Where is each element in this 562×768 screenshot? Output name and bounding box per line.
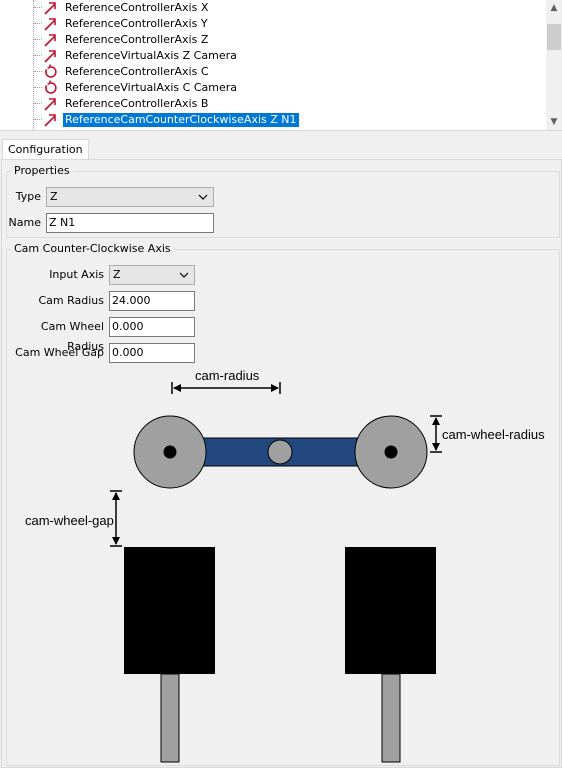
rotation-axis-icon	[45, 64, 57, 78]
tree-vertical-scrollbar[interactable]: ▲ ▼	[546, 0, 562, 130]
configuration-panel: Properties Type Z Name Z N1 Cam Counter-…	[1, 159, 562, 768]
linear-axis-icon	[44, 2, 56, 15]
left-motor	[124, 547, 215, 674]
cam-wheel-radius-caption: cam-wheel-radius	[442, 427, 545, 442]
tree-item-selected[interactable]: ReferenceCamCounterClockwiseAxis Z N1	[0, 112, 546, 128]
tree-item-label: ReferenceControllerAxis Z	[65, 33, 209, 46]
left-shaft	[160, 673, 180, 763]
tree-item[interactable]: ReferenceControllerAxis C	[0, 64, 546, 80]
tree-branch-line	[34, 119, 42, 120]
scroll-up-icon[interactable]: ▲	[546, 0, 562, 16]
tree-item-label: ReferenceControllerAxis C	[65, 65, 209, 78]
linear-axis-icon	[44, 50, 56, 63]
tree-branch-line	[34, 55, 42, 56]
cam-wheel-gap-caption: cam-wheel-gap	[25, 513, 114, 528]
cam-diagram	[110, 382, 442, 763]
tab-configuration[interactable]: Configuration	[2, 139, 89, 160]
tree-item[interactable]: ReferenceControllerAxis Z	[0, 32, 546, 48]
linear-axis-icon	[44, 18, 56, 31]
left-wheel-hub	[163, 445, 177, 459]
right-shaft	[381, 673, 401, 763]
tree-item-label: ReferenceCamCounterClockwiseAxis Z N1	[63, 113, 299, 127]
tree-item-label: ReferenceControllerAxis Y	[65, 17, 208, 30]
cam-wheel-radius-dimension	[430, 415, 442, 453]
tree-branch-line	[34, 39, 42, 40]
linear-axis-icon	[44, 114, 56, 127]
scrollbar-thumb[interactable]	[547, 24, 561, 50]
tree-item[interactable]: ReferenceControllerAxis B	[0, 96, 546, 112]
tree-item[interactable]: ReferenceControllerAxis Y	[0, 16, 546, 32]
tree-item[interactable]: ReferenceControllerAxis X	[0, 0, 546, 16]
cam-radius-caption: cam-radius	[195, 368, 260, 383]
tree-branch-line	[34, 23, 42, 24]
linear-axis-icon	[44, 34, 56, 47]
linear-axis-icon	[44, 98, 56, 111]
tree-branch-line	[34, 103, 42, 104]
tree-item[interactable]: ReferenceVirtualAxis C Camera	[0, 80, 546, 96]
tree-item-label: ReferenceVirtualAxis Z Camera	[65, 49, 237, 62]
tree-item-label: ReferenceControllerAxis B	[65, 97, 209, 110]
tree-branch-line	[34, 7, 42, 8]
scroll-down-icon[interactable]: ▼	[546, 114, 562, 130]
tree-item-label: ReferenceControllerAxis X	[65, 1, 209, 14]
cam-pivot	[267, 439, 293, 465]
tree-branch-line	[34, 71, 42, 72]
splitter[interactable]	[0, 130, 562, 139]
tree-branch-line	[34, 87, 42, 88]
tab-strip: Configuration	[0, 139, 562, 160]
axis-tree[interactable]: ReferenceControllerAxis X ReferenceContr…	[0, 0, 562, 130]
right-wheel-hub	[384, 445, 398, 459]
tree-item[interactable]: ReferenceVirtualAxis Z Camera	[0, 48, 546, 64]
tree-item-label: ReferenceVirtualAxis C Camera	[65, 81, 237, 94]
rotation-axis-icon	[45, 80, 57, 94]
right-motor	[345, 547, 436, 674]
